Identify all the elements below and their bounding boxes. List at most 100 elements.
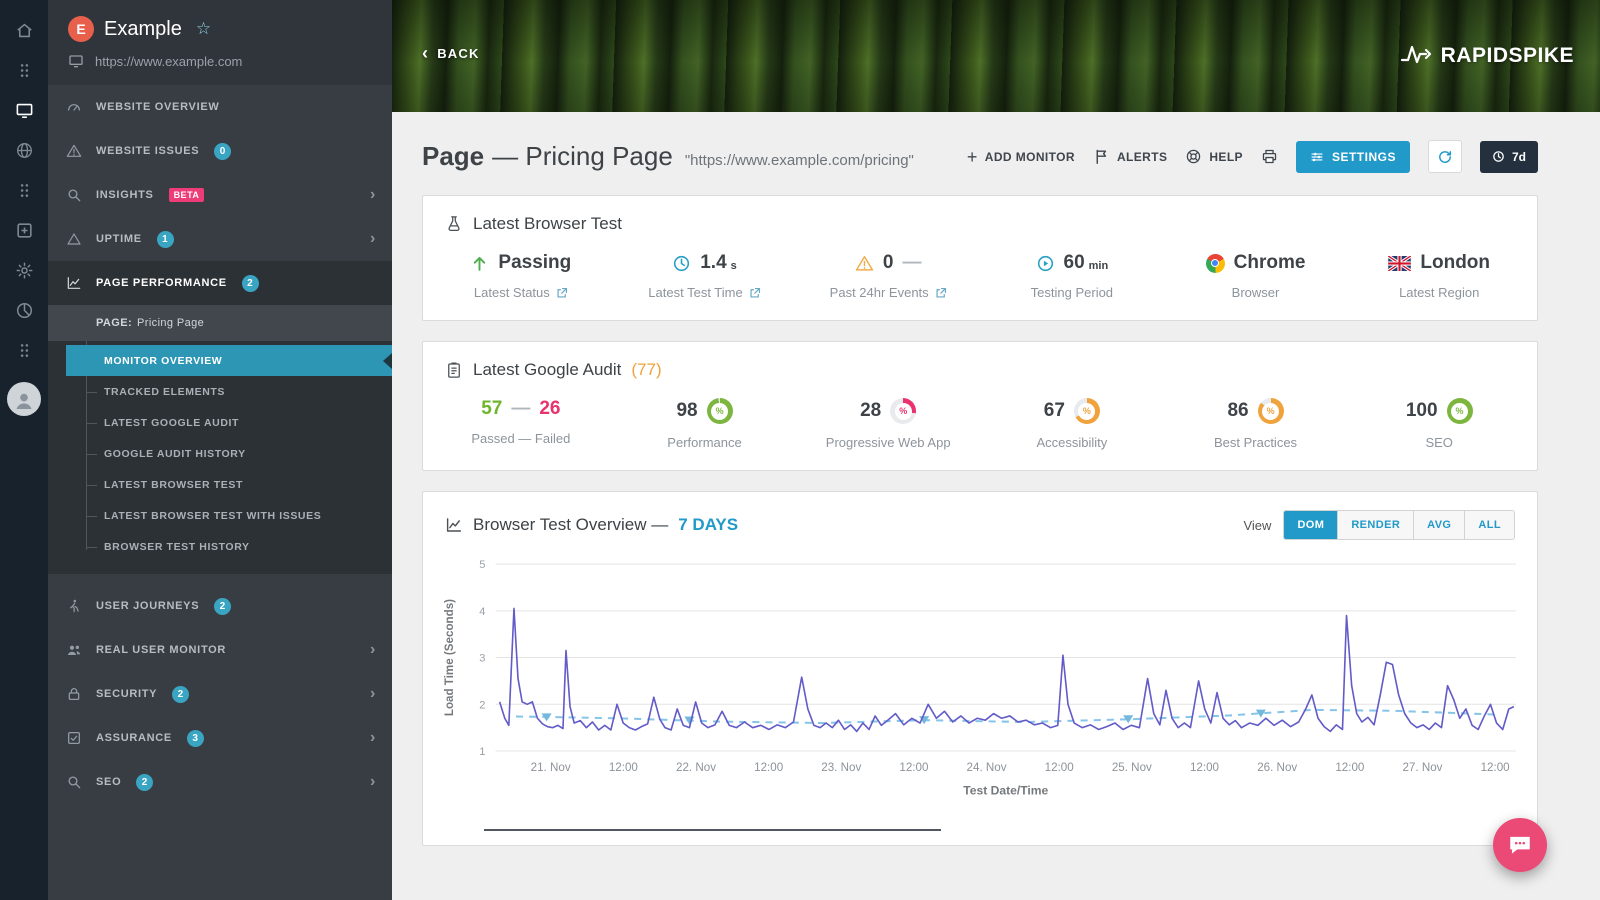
- svg-text:24. Nov: 24. Nov: [967, 761, 1007, 774]
- page-performance-submenu: MONITOR OVERVIEWTRACKED ELEMENTSLATEST G…: [48, 341, 392, 574]
- chart-range: 7 DAYS: [678, 515, 738, 535]
- chevron-right-icon: ›: [370, 187, 376, 203]
- rail-apps-menu-icon[interactable]: [0, 50, 48, 90]
- add-monitor-button[interactable]: + ADD MONITOR: [967, 148, 1075, 166]
- alerts-button[interactable]: ALERTS: [1093, 148, 1167, 165]
- sidebar: E Example ☆ https://www.example.com WEBS…: [48, 0, 392, 900]
- browser-test-overview-card: Browser Test Overview — 7 DAYS View DOMR…: [422, 491, 1538, 846]
- view-avg-button[interactable]: AVG: [1414, 511, 1465, 539]
- svg-text:23. Nov: 23. Nov: [821, 761, 861, 774]
- sidebar-item-seo[interactable]: SEO 2 ›: [48, 760, 392, 804]
- sidebar-item-uptime[interactable]: UPTIME 1 ›: [48, 217, 392, 261]
- svg-text:12:00: 12:00: [754, 761, 783, 774]
- stat-passed-failed: 57 — 26 Passed — Failed: [429, 398, 613, 450]
- count-badge: 0: [214, 143, 231, 160]
- view-all-button[interactable]: ALL: [1465, 511, 1514, 539]
- rail-websites-icon[interactable]: [0, 90, 48, 130]
- back-button[interactable]: ‹ BACK: [422, 44, 480, 62]
- clock-icon: [672, 254, 691, 273]
- clipboard-icon: [445, 361, 463, 379]
- external-link-icon[interactable]: [749, 287, 761, 299]
- stat-seo: 100 % SEO: [1347, 398, 1531, 450]
- chat-widget-button[interactable]: [1493, 818, 1547, 872]
- svg-text:25. Nov: 25. Nov: [1112, 761, 1152, 774]
- failed-count: 26: [539, 398, 560, 420]
- help-button[interactable]: HELP: [1185, 148, 1243, 165]
- stat-testing-period: 60 min Testing Period: [980, 252, 1164, 300]
- sidebar-item-insights[interactable]: INSIGHTS BETA ›: [48, 173, 392, 217]
- external-link-icon[interactable]: [556, 287, 568, 299]
- rapidspike-logo-icon: [1400, 40, 1434, 71]
- external-link-icon[interactable]: [935, 287, 947, 299]
- rail-domains-icon[interactable]: [0, 130, 48, 170]
- rail-apps-menu-2-icon[interactable]: [0, 170, 48, 210]
- refresh-button[interactable]: [1428, 140, 1462, 173]
- page-url: "https://www.example.com/pricing": [685, 145, 914, 169]
- count-badge: 2: [136, 774, 153, 791]
- time-range-button[interactable]: 7d: [1480, 141, 1538, 173]
- stat-progressive-web-app: 28 % Progressive Web App: [796, 398, 980, 450]
- svg-text:22. Nov: 22. Nov: [676, 761, 716, 774]
- user-avatar[interactable]: [7, 382, 41, 416]
- view-toggle: DOMRENDERAVGALL: [1283, 510, 1515, 540]
- rail-settings-icon[interactable]: [0, 250, 48, 290]
- score-ring: %: [1447, 398, 1473, 424]
- count-badge: 1: [157, 231, 174, 248]
- view-dom-button[interactable]: DOM: [1284, 511, 1338, 539]
- warning-icon: [66, 143, 84, 159]
- hero-banner: ‹ BACK RAPIDSPIKE: [392, 0, 1600, 112]
- rail-reports-icon[interactable]: [0, 290, 48, 330]
- sidebar-item-security[interactable]: SECURITY 2 ›: [48, 672, 392, 716]
- uptime-icon: [66, 231, 84, 247]
- sidebar-item-page-performance[interactable]: PAGE PERFORMANCE 2: [48, 261, 392, 305]
- browser-test-chart: 1234521. Nov12:0022. Nov12:0023. Nov12:0…: [439, 554, 1521, 819]
- count-badge: 2: [172, 686, 189, 703]
- stat-accessibility: 67 % Accessibility: [980, 398, 1164, 450]
- svg-text:1: 1: [479, 746, 485, 758]
- chart-icon: [445, 516, 463, 534]
- rail-home-icon[interactable]: [0, 10, 48, 50]
- sidebar-item-user-journeys[interactable]: USER JOURNEYS 2: [48, 584, 392, 628]
- rail-add-monitor-icon[interactable]: [0, 210, 48, 250]
- svg-text:12:00: 12:00: [1335, 761, 1364, 774]
- sliders-icon: [1310, 150, 1324, 164]
- svg-text:Test Date/Time: Test Date/Time: [963, 783, 1048, 797]
- svg-text:26. Nov: 26. Nov: [1257, 761, 1297, 774]
- submenu-item-browser-test-history[interactable]: BROWSER TEST HISTORY: [48, 531, 392, 562]
- chrome-icon: [1206, 254, 1225, 273]
- submenu-item-latest-browser-test-with-issues[interactable]: LATEST BROWSER TEST WITH ISSUES: [48, 500, 392, 531]
- sidebar-item-real-user-monitor[interactable]: REAL USER MONITOR ›: [48, 628, 392, 672]
- view-render-button[interactable]: RENDER: [1338, 511, 1414, 539]
- passed-count: 57: [481, 398, 502, 420]
- sidebar-item-website-issues[interactable]: WEBSITE ISSUES 0: [48, 129, 392, 173]
- main-content: ‹ BACK RAPIDSPIKE Page — Pricing Page "h…: [392, 0, 1600, 900]
- svg-text:21. Nov: 21. Nov: [531, 761, 571, 774]
- sidebar-menu-bottom: USER JOURNEYS 2 REAL USER MONITOR › SECU…: [48, 584, 392, 804]
- favorite-star-icon[interactable]: ☆: [196, 19, 211, 39]
- sidebar-item-assurance[interactable]: ASSURANCE 3 ›: [48, 716, 392, 760]
- performance-icon: [66, 275, 84, 291]
- browser-test-stats: Passing Latest Status 1.4 s Latest Test …: [423, 238, 1537, 320]
- svg-text:4: 4: [479, 606, 485, 618]
- submenu-item-latest-google-audit[interactable]: LATEST GOOGLE AUDIT: [48, 407, 392, 438]
- chevron-right-icon: ›: [370, 231, 376, 247]
- sidebar-item-website-overview[interactable]: WEBSITE OVERVIEW: [48, 85, 392, 129]
- rail-apps-menu-3-icon[interactable]: [0, 330, 48, 370]
- page-title: — Pricing Page: [492, 141, 673, 172]
- chevron-right-icon: ›: [370, 774, 376, 790]
- plus-icon: +: [967, 148, 978, 166]
- print-button[interactable]: [1261, 148, 1278, 165]
- settings-button[interactable]: SETTINGS: [1296, 141, 1410, 173]
- flag-icon: [1093, 148, 1110, 165]
- page-context-name: Pricing Page: [137, 317, 204, 329]
- svg-text:12:00: 12:00: [1481, 761, 1510, 774]
- stat-latest-status: Passing Latest Status: [429, 252, 613, 300]
- submenu-item-latest-browser-test[interactable]: LATEST BROWSER TEST: [48, 469, 392, 500]
- svg-text:12:00: 12:00: [1190, 761, 1219, 774]
- lock-icon: [66, 686, 84, 702]
- submenu-item-tracked-elements[interactable]: TRACKED ELEMENTS: [48, 376, 392, 407]
- submenu-item-monitor-overview[interactable]: MONITOR OVERVIEW: [66, 345, 392, 376]
- card-title: Latest Google Audit: [473, 360, 621, 380]
- submenu-item-google-audit-history[interactable]: GOOGLE AUDIT HISTORY: [48, 438, 392, 469]
- count-badge: 3: [187, 730, 204, 747]
